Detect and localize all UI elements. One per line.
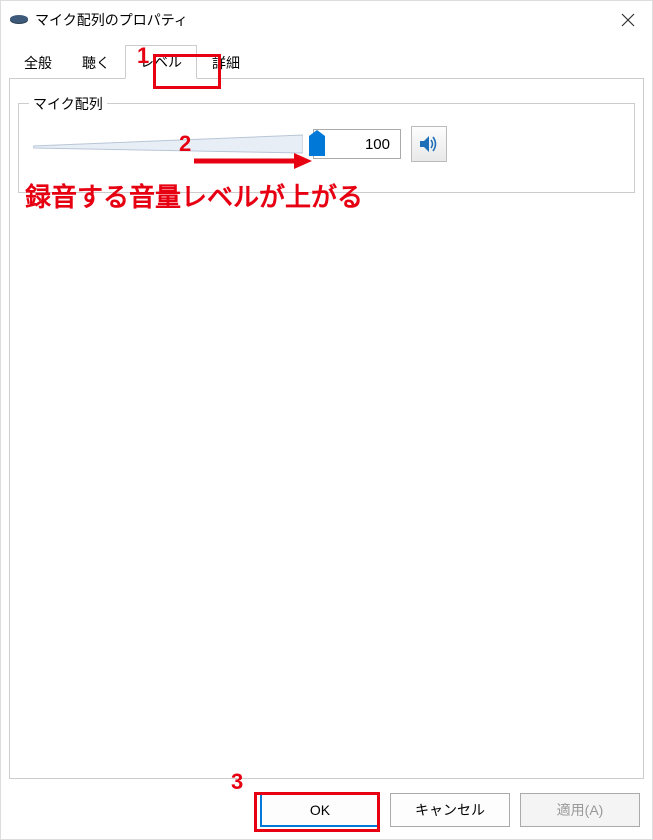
speaker-icon [418,133,440,155]
cancel-button[interactable]: キャンセル [390,793,510,827]
apply-button: 適用(A) [520,793,640,827]
group-label: マイク配列 [29,94,107,114]
annotation-arrow-icon [194,151,314,171]
level-row [33,126,620,162]
mic-device-icon [9,13,29,27]
mute-toggle-button[interactable] [411,126,447,162]
annotation-number-3: 3 [231,769,243,795]
ok-button[interactable]: OK [260,793,380,827]
window-title: マイク配列のプロパティ [35,10,188,30]
tab-general[interactable]: 全般 [9,46,67,79]
tab-listen[interactable]: 聴く [67,46,125,79]
tab-advanced[interactable]: 詳細 [197,46,255,79]
close-button[interactable] [604,1,652,39]
annotation-number-2: 2 [179,131,191,157]
annotation-text: 録音する音量レベルが上がる [25,177,363,214]
titlebar: マイク配列のプロパティ [1,1,652,39]
tab-level[interactable]: レベル [125,45,197,79]
tab-bar: 全般 聴く レベル 詳細 [9,47,644,79]
annotation-number-1: 1 [137,43,149,69]
volume-value-input[interactable] [313,129,401,159]
close-icon [621,13,635,27]
footer-buttons: OK キャンセル 適用(A) [260,793,640,827]
